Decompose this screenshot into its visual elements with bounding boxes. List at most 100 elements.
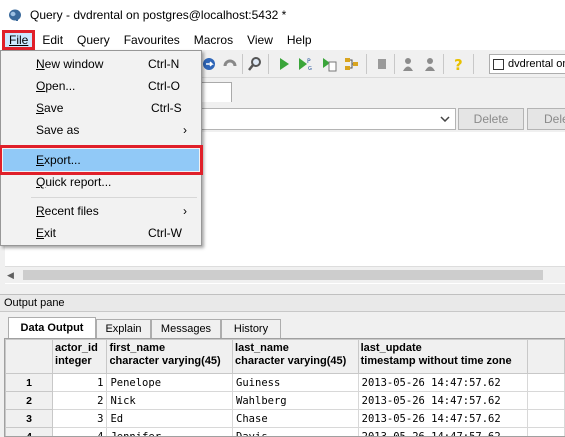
delete-all-button[interactable]: Dele — [527, 108, 565, 130]
menu-item-label: Recent files — [36, 204, 99, 218]
empty-header — [526, 339, 565, 374]
submenu-arrow-icon: › — [183, 123, 187, 137]
empty-cell — [526, 391, 565, 410]
column-header-actor-id[interactable]: actor_id integer — [52, 339, 108, 374]
execute-query-icon[interactable] — [275, 55, 293, 73]
menu-item-recent-files[interactable]: Recent files › — [3, 200, 199, 222]
scroll-left-icon[interactable]: ◀ — [7, 270, 14, 281]
execute-pgscript-icon[interactable]: PG — [297, 55, 315, 73]
data-output-grid: actor_id integer first_name character vary… — [4, 338, 565, 437]
tab-data-output[interactable]: Data Output — [8, 317, 96, 338]
menu-file[interactable]: File — [2, 30, 36, 50]
cell-last-update[interactable]: 2013-05-26 14:47:57.62 — [357, 427, 528, 436]
cell-last-update[interactable]: 2013-05-26 14:47:57.62 — [357, 373, 528, 392]
menu-item-shortcut: Ctrl-N — [148, 57, 180, 71]
menu-file-label: File — [9, 33, 29, 47]
column-header-first-name[interactable]: first_name character varying(45) — [106, 339, 234, 374]
find-icon[interactable] — [246, 55, 264, 73]
title-bar: Query - dvdrental on postgres@localhost:… — [0, 0, 565, 30]
cell-last-update[interactable]: 2013-05-26 14:47:57.62 — [357, 409, 528, 428]
menu-item-label: Export... — [36, 153, 81, 167]
database-connection-select[interactable]: dvdrental on po — [489, 54, 565, 74]
menu-item-label: New window — [36, 57, 104, 71]
window-title: Query - dvdrental on postgres@localhost:… — [30, 8, 287, 22]
empty-cell — [526, 373, 565, 392]
column-name: actor_id — [55, 342, 98, 354]
column-header-last-name[interactable]: last_name character varying(45) — [232, 339, 359, 374]
toolbar-separator — [366, 54, 367, 74]
submenu-arrow-icon: › — [183, 204, 187, 218]
rollback-icon[interactable] — [421, 55, 439, 73]
menu-view[interactable]: View — [240, 30, 280, 50]
menu-item-exit[interactable]: Exit Ctrl-W — [3, 222, 199, 244]
toolbar-separator — [394, 54, 395, 74]
delete-button[interactable]: Delete — [458, 108, 524, 130]
column-name: last_update — [360, 342, 422, 354]
table-row[interactable]: 3 3 Ed Chase 2013-05-26 14:47:57.62 — [5, 409, 565, 428]
menu-item-new-window[interactable]: New window Ctrl-N — [3, 53, 199, 75]
cell-actor-id[interactable]: 3 — [52, 409, 108, 428]
menu-query[interactable]: Query — [70, 30, 117, 50]
toolbar-separator — [268, 54, 269, 74]
tab-messages[interactable]: Messages — [151, 319, 221, 338]
editor-tab[interactable] — [200, 82, 232, 102]
column-type: integer — [55, 355, 92, 367]
cell-first-name[interactable]: Nick — [106, 391, 234, 410]
column-type: character varying(45) — [109, 355, 221, 367]
redo-icon[interactable] — [200, 55, 218, 73]
table-row[interactable]: 2 2 Nick Wahlberg 2013-05-26 14:47:57.62 — [5, 391, 565, 410]
cell-last-update[interactable]: 2013-05-26 14:47:57.62 — [357, 391, 528, 410]
tab-explain[interactable]: Explain — [96, 319, 151, 338]
table-row[interactable]: 1 1 Penelope Guiness 2013-05-26 14:47:57… — [5, 373, 565, 392]
output-tabs: Data Output Explain Messages History — [0, 312, 565, 338]
menu-item-shortcut: Ctrl-S — [151, 101, 182, 115]
cancel-query-icon[interactable] — [373, 55, 391, 73]
explain-query-icon[interactable] — [343, 55, 361, 73]
column-header-last-update[interactable]: last_update timestamp without time zone — [357, 339, 528, 374]
menu-item-label: Quick report... — [36, 175, 112, 189]
help-icon[interactable]: ? — [450, 55, 468, 73]
cell-last-name[interactable]: Davis — [232, 427, 359, 436]
row-number-header[interactable] — [5, 339, 54, 374]
cell-actor-id[interactable]: 2 — [52, 391, 108, 410]
menu-item-shortcut: Ctrl-O — [148, 79, 180, 93]
commit-icon[interactable] — [399, 55, 417, 73]
menu-item-save[interactable]: Save Ctrl-S — [3, 97, 199, 119]
chevron-down-icon[interactable] — [437, 111, 453, 127]
row-number[interactable]: 2 — [5, 391, 54, 410]
menu-help[interactable]: Help — [280, 30, 319, 50]
row-number[interactable]: 3 — [5, 409, 54, 428]
execute-to-file-icon[interactable] — [320, 55, 338, 73]
cell-actor-id[interactable]: 4 — [52, 427, 108, 436]
table-row[interactable]: 4 4 Jennifer Davis 2013-05-26 14:47:57.6… — [5, 427, 565, 436]
tab-history[interactable]: History — [221, 319, 281, 338]
cell-actor-id[interactable]: 1 — [52, 373, 108, 392]
column-type: character varying(45) — [235, 355, 347, 367]
results-table: actor_id integer first_name character vary… — [5, 339, 565, 436]
row-number[interactable]: 4 — [5, 427, 54, 436]
cell-first-name[interactable]: Ed — [106, 409, 234, 428]
column-name: last_name — [235, 342, 289, 354]
menu-favourites[interactable]: Favourites — [117, 30, 187, 50]
toolbar-separator — [473, 54, 474, 74]
menu-edit[interactable]: Edit — [35, 30, 70, 50]
cell-first-name[interactable]: Penelope — [106, 373, 234, 392]
menu-macros[interactable]: Macros — [187, 30, 240, 50]
menu-item-save-as[interactable]: Save as › — [3, 119, 199, 141]
menu-item-quick-report[interactable]: Quick report... — [3, 171, 199, 193]
menu-item-label: Exit — [36, 226, 57, 240]
scrollbar-thumb[interactable] — [23, 270, 543, 280]
cell-first-name[interactable]: Jennifer — [106, 427, 234, 436]
undo-gray-icon[interactable] — [221, 55, 239, 73]
cell-last-name[interactable]: Chase — [232, 409, 359, 428]
row-number[interactable]: 1 — [5, 373, 54, 392]
empty-cell — [526, 427, 565, 436]
svg-text:G: G — [308, 66, 312, 72]
cell-last-name[interactable]: Wahlberg — [232, 391, 359, 410]
menu-item-open[interactable]: Open... Ctrl-O — [3, 75, 199, 97]
cell-last-name[interactable]: Guiness — [232, 373, 359, 392]
editor-horizontal-scrollbar[interactable]: ◀ — [5, 266, 565, 283]
menu-item-export[interactable]: Export... — [0, 145, 203, 175]
previous-queries-combo[interactable] — [200, 108, 456, 130]
connection-checkbox[interactable] — [493, 58, 504, 70]
